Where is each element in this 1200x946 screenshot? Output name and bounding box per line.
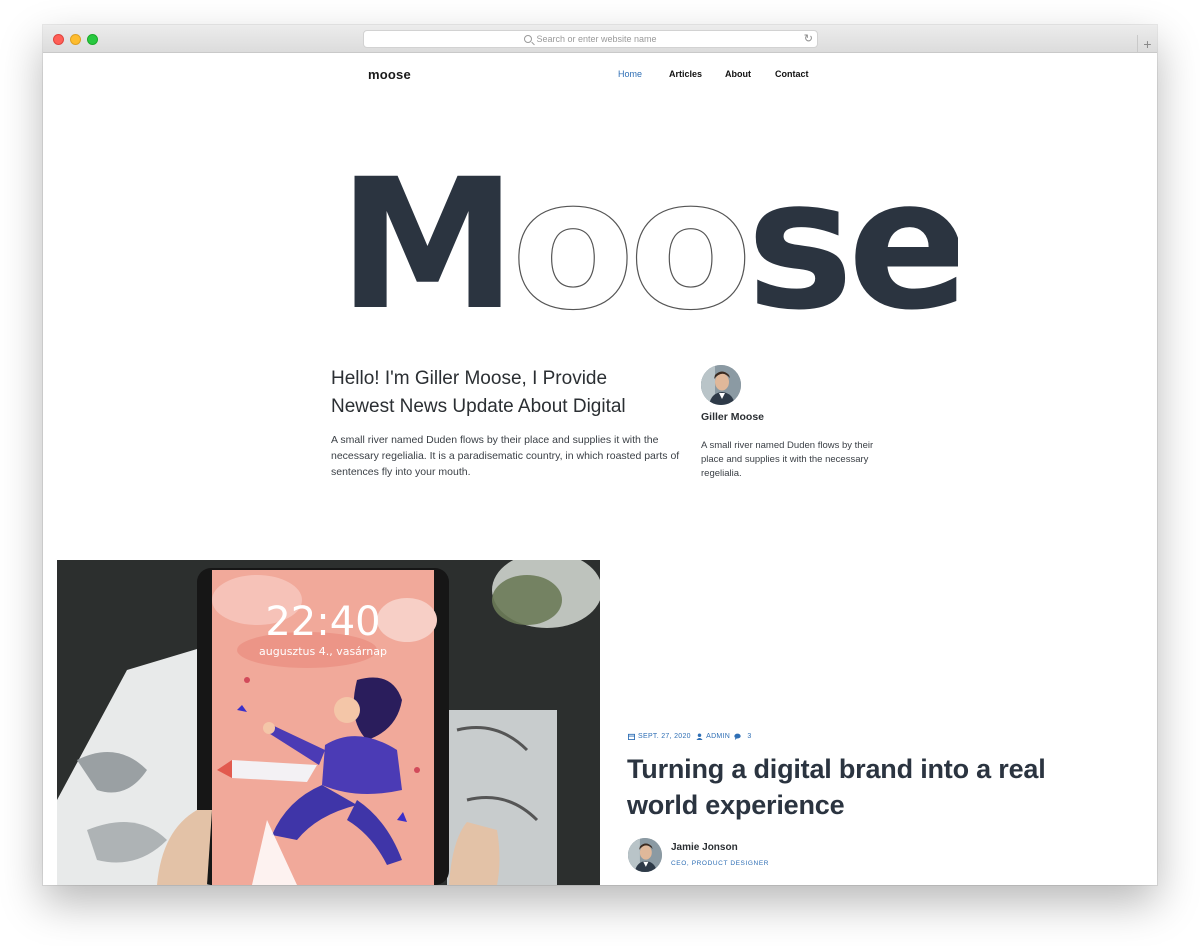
- post-author-name: Jamie Jonson: [671, 842, 738, 853]
- phone-illustration: 22:40 augusztus 4., vasárnap: [57, 560, 600, 885]
- hero-letter-m: M: [338, 171, 511, 321]
- browser-titlebar: Search or enter website name ↻ +: [43, 25, 1157, 53]
- reload-icon[interactable]: ↻: [804, 32, 813, 46]
- post-date[interactable]: SEPT. 27, 2020: [638, 733, 691, 740]
- nav-home[interactable]: Home: [618, 69, 642, 79]
- featured-post-image[interactable]: 22:40 augusztus 4., vasárnap: [57, 560, 600, 885]
- nav-contact[interactable]: Contact: [775, 69, 809, 79]
- author-name: Giller Moose: [701, 411, 765, 423]
- calendar-icon: [628, 733, 635, 740]
- post-meta: SEPT. 27, 2020 ADMIN 3: [628, 733, 752, 740]
- web-page: moose Home Articles About Contact Moose …: [43, 53, 1157, 885]
- browser-window: Search or enter website name ↻ + moose H…: [43, 25, 1157, 885]
- intro-heading: Hello! I'm Giller Moose, I Provide Newes…: [331, 365, 691, 421]
- search-icon: [524, 35, 533, 43]
- minimize-window-button[interactable]: [70, 34, 81, 45]
- new-tab-plus-icon[interactable]: +: [1137, 35, 1157, 53]
- address-bar[interactable]: Search or enter website name ↻: [363, 30, 818, 48]
- user-icon: [696, 733, 703, 740]
- intro-heading-line-1: Hello! I'm Giller Moose, I Provide: [331, 368, 608, 389]
- hero-title: Moose: [338, 171, 958, 321]
- post-author-role: CEO, PRODUCT DESIGNER: [671, 860, 770, 867]
- phone-time: 22:40: [265, 599, 380, 645]
- nav-articles[interactable]: Articles: [669, 69, 702, 79]
- close-window-button[interactable]: [53, 34, 64, 45]
- hero-letters-outlined: oo: [511, 171, 746, 321]
- post-title[interactable]: Turning a digital brand into a real worl…: [627, 751, 1107, 823]
- hero-title-text: Moose: [338, 171, 958, 321]
- nav-about[interactable]: About: [725, 69, 751, 79]
- intro-text: A small river named Duden flows by their…: [331, 434, 680, 478]
- hero-letters-solid: se: [746, 171, 958, 321]
- address-placeholder: Search or enter website name: [536, 34, 657, 44]
- comment-icon: [734, 733, 742, 740]
- maximize-window-button[interactable]: [87, 34, 98, 45]
- post-author-meta[interactable]: ADMIN: [706, 733, 730, 740]
- author-bio: A small river named Duden flows by their…: [701, 440, 874, 479]
- author-avatar: [701, 365, 741, 405]
- site-logo[interactable]: moose: [368, 67, 411, 82]
- post-author-avatar: [628, 838, 662, 872]
- phone-date: augusztus 4., vasárnap: [259, 645, 387, 658]
- post-comment-count[interactable]: 3: [747, 733, 751, 740]
- intro-heading-line-2: Newest News Update About Digital: [331, 396, 626, 417]
